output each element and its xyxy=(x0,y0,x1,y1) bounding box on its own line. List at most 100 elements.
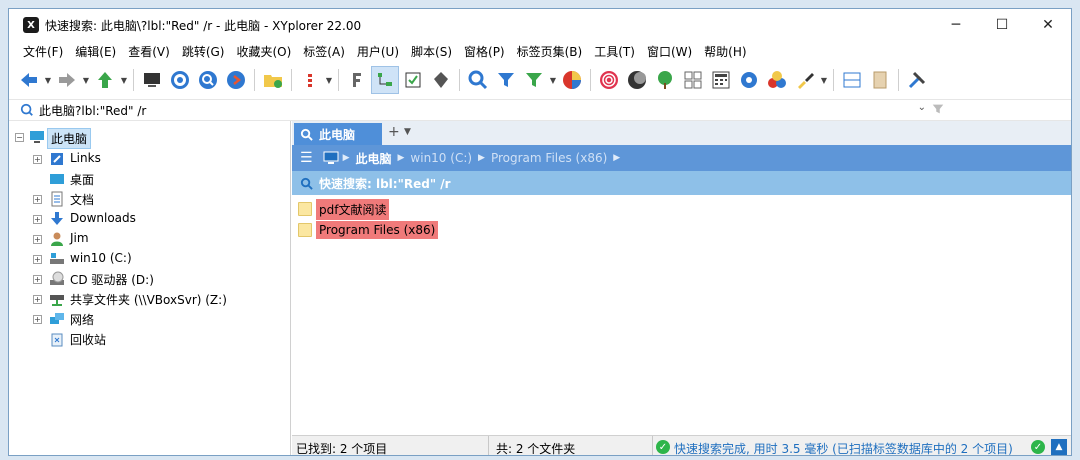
breadcrumb-arrow-icon[interactable]: ▶ xyxy=(398,153,405,163)
menu-window[interactable]: 窗口(W) xyxy=(641,43,698,60)
up-arrow-icon[interactable] xyxy=(91,66,119,94)
menu-file[interactable]: 文件(F) xyxy=(17,43,69,60)
address-input[interactable]: 此电脑?lbl:"Red" /r xyxy=(39,102,146,119)
menu-bar: 文件(F) 编辑(E) 查看(V) 跳转(G) 收藏夹(O) 标签(A) 用户(… xyxy=(9,41,1071,61)
tree-label: win10 (C:) xyxy=(70,251,132,265)
calculator-icon[interactable] xyxy=(707,66,735,94)
checkbox-icon[interactable] xyxy=(399,66,427,94)
breadcrumb: ☰ ▶ 此电脑 ▶ win10 (C:) ▶ Program Files (x8… xyxy=(292,145,1071,171)
back-dropdown-icon[interactable]: ▼ xyxy=(43,66,53,94)
user-icon xyxy=(49,231,65,247)
menu-user[interactable]: 用户(U) xyxy=(351,43,405,60)
tab-menu-icon[interactable]: ▼ xyxy=(404,127,411,137)
color-balls-icon[interactable] xyxy=(763,66,791,94)
forward-arrow-icon[interactable] xyxy=(53,66,81,94)
moon-icon[interactable] xyxy=(623,66,651,94)
format-icon[interactable] xyxy=(343,66,371,94)
folder-icon xyxy=(298,202,312,216)
search-icon[interactable] xyxy=(464,66,492,94)
up-dropdown-icon[interactable]: ▼ xyxy=(119,66,129,94)
visual-filter-icon[interactable] xyxy=(520,66,548,94)
drive-icon xyxy=(49,251,65,267)
expand-icon[interactable]: + xyxy=(33,155,42,164)
list-item[interactable]: pdf文献阅读 xyxy=(298,198,390,220)
grid-icon[interactable] xyxy=(679,66,707,94)
menu-edit[interactable]: 编辑(E) xyxy=(69,43,122,60)
collapse-icon[interactable]: − xyxy=(15,133,24,142)
toolbar-separator xyxy=(133,69,134,91)
breadcrumb-item[interactable]: Program Files (x86) xyxy=(491,151,607,165)
target-icon[interactable] xyxy=(166,66,194,94)
back-arrow-icon[interactable] xyxy=(15,66,43,94)
filter-icon[interactable] xyxy=(931,102,947,118)
check-icon[interactable]: ✓ xyxy=(1031,440,1045,454)
expand-icon[interactable]: + xyxy=(33,315,42,324)
brush-icon[interactable] xyxy=(791,66,819,94)
breadcrumb-item[interactable]: 此电脑 xyxy=(355,150,391,167)
tab-strip: 此电脑 + ▼ xyxy=(292,121,1071,145)
expand-icon[interactable]: + xyxy=(33,255,42,264)
expand-icon[interactable]: + xyxy=(33,275,42,284)
expand-icon[interactable]: + xyxy=(33,295,42,304)
document-icon xyxy=(49,191,65,207)
tree-label: 回收站 xyxy=(70,333,107,347)
close-button[interactable]: ✕ xyxy=(1025,9,1071,41)
menu-favorites[interactable]: 收藏夹(O) xyxy=(230,43,297,60)
computer-icon[interactable] xyxy=(138,66,166,94)
hamburger-icon[interactable]: ☰ xyxy=(300,150,313,166)
file-name: pdf文献阅读 xyxy=(316,198,390,220)
tools-icon[interactable] xyxy=(903,66,931,94)
toolbar-separator xyxy=(254,69,255,91)
expand-icon[interactable]: + xyxy=(33,195,42,204)
tree-label: Downloads xyxy=(70,211,136,225)
tree-icon[interactable] xyxy=(651,66,679,94)
filter-dropdown-icon[interactable]: ▼ xyxy=(548,66,558,94)
menu-scripting[interactable]: 脚本(S) xyxy=(405,43,458,60)
menu-go[interactable]: 跳转(G) xyxy=(176,43,231,60)
menu-tabsets[interactable]: 标签页集(B) xyxy=(511,43,589,60)
menu-tags[interactable]: 标签(A) xyxy=(297,43,351,60)
list-icon[interactable] xyxy=(296,66,324,94)
brush-dropdown-icon[interactable]: ▼ xyxy=(819,66,829,94)
address-bar[interactable]: 此电脑?lbl:"Red" /r ⌄ xyxy=(9,99,1071,121)
menu-panes[interactable]: 窗格(P) xyxy=(458,43,511,60)
filter-icon[interactable] xyxy=(492,66,520,94)
find-icon[interactable] xyxy=(194,66,222,94)
scroll-up-icon[interactable]: ▲ xyxy=(1051,439,1067,455)
tab-this-pc[interactable]: 此电脑 xyxy=(294,123,382,145)
network-icon xyxy=(49,311,65,327)
toolbar-separator xyxy=(338,69,339,91)
add-tab-button[interactable]: + xyxy=(388,124,400,140)
list-dropdown-icon[interactable]: ▼ xyxy=(324,66,334,94)
tree-label: 此电脑 xyxy=(47,128,92,149)
expand-icon[interactable]: + xyxy=(33,235,42,244)
menu-view[interactable]: 查看(V) xyxy=(122,43,176,60)
panel-icon[interactable] xyxy=(866,66,894,94)
minimize-button[interactable]: ─ xyxy=(933,9,979,41)
breadcrumb-arrow-icon[interactable]: ▶ xyxy=(343,153,350,163)
new-folder-icon[interactable] xyxy=(259,66,287,94)
pie-icon[interactable] xyxy=(558,66,586,94)
breadcrumb-item[interactable]: win10 (C:) xyxy=(410,151,472,165)
tag-icon[interactable] xyxy=(427,66,455,94)
tree-label: CD 驱动器 (D:) xyxy=(70,273,154,287)
list-item[interactable]: Program Files (x86) xyxy=(298,220,439,240)
menu-help[interactable]: 帮助(H) xyxy=(698,43,752,60)
chevron-down-icon[interactable]: ⌄ xyxy=(918,102,926,113)
breadcrumb-arrow-icon[interactable]: ▶ xyxy=(478,153,485,163)
gear-icon[interactable] xyxy=(735,66,763,94)
forward-dropdown-icon[interactable]: ▼ xyxy=(81,66,91,94)
folder-tree: − 此电脑 + Links 桌面 + 文档 + Downloads + Jim xyxy=(9,121,291,455)
quick-search-label: 快速搜索: lbl:"Red" /r xyxy=(319,176,451,191)
spiral-icon[interactable] xyxy=(595,66,623,94)
tree-label: 网络 xyxy=(70,313,95,327)
search-icon xyxy=(300,128,313,141)
next-icon[interactable] xyxy=(222,66,250,94)
layout-icon[interactable] xyxy=(838,66,866,94)
menu-tools[interactable]: 工具(T) xyxy=(588,43,641,60)
maximize-button[interactable]: ☐ xyxy=(979,9,1025,41)
toolbar-separator xyxy=(590,69,591,91)
breadcrumb-arrow-icon[interactable]: ▶ xyxy=(613,153,620,163)
tree-toggle-icon[interactable] xyxy=(371,66,399,94)
expand-icon[interactable]: + xyxy=(33,215,42,224)
